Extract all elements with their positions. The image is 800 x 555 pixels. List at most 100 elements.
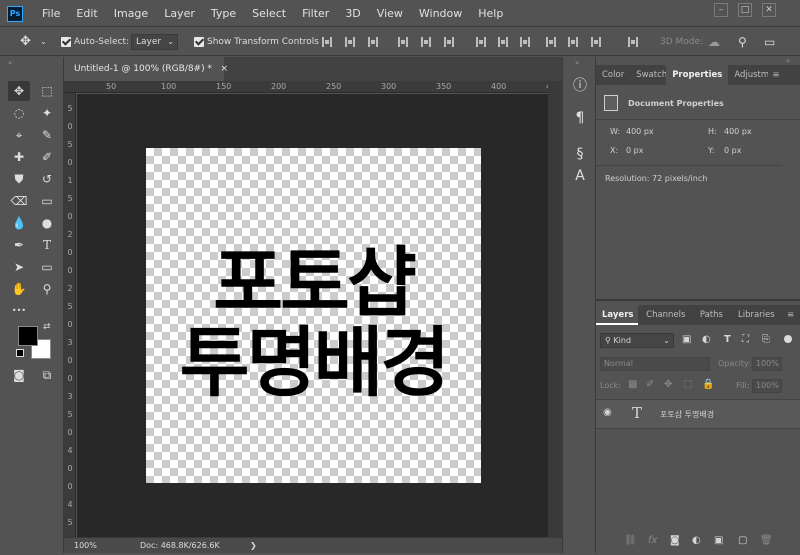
minimize-button[interactable]: –	[714, 3, 728, 17]
layer-filter-select[interactable]: ⚲ Kind ⌄	[600, 333, 674, 348]
type-tool-icon[interactable]: T	[36, 235, 58, 255]
align-bottom-icon[interactable]	[368, 37, 378, 47]
history-brush-tool-icon[interactable]: ↺	[36, 169, 58, 189]
new-group-icon[interactable]: ▣	[714, 535, 723, 546]
filter-shape-icon[interactable]: ⛶	[742, 334, 749, 345]
edit-toolbar-icon[interactable]: •••	[8, 301, 30, 321]
filter-type-icon[interactable]: T	[724, 334, 731, 345]
y-value[interactable]: 0 px	[724, 146, 741, 155]
align-right-icon[interactable]	[444, 37, 454, 47]
close-tab-icon[interactable]: ×	[220, 57, 228, 81]
paragraph-panel-icon[interactable]: ¶	[571, 109, 589, 127]
zoom-level[interactable]: 100%	[74, 538, 97, 553]
tab-layers[interactable]: Layers	[596, 305, 639, 325]
3d-orbit-icon[interactable]: ☁	[708, 28, 720, 56]
clone-stamp-tool-icon[interactable]: ⛊	[8, 169, 30, 189]
auto-select-checkbox[interactable]: Auto-Select:	[61, 28, 129, 56]
maximize-button[interactable]: □	[738, 3, 752, 17]
align-vertical-center-icon[interactable]	[345, 37, 355, 47]
distribute-right-icon[interactable]	[591, 37, 601, 47]
info-panel-icon[interactable]: ⓘ	[571, 77, 589, 95]
marquee-tool-icon[interactable]: ⬚	[36, 81, 58, 101]
opacity-input[interactable]: 100%	[752, 357, 782, 371]
blur-tool-icon[interactable]: 💧	[8, 213, 30, 233]
align-top-icon[interactable]	[322, 37, 332, 47]
tab-properties[interactable]: Properties	[666, 65, 729, 85]
tab-adjustments[interactable]: Adjustments	[728, 65, 768, 85]
swap-colors-icon[interactable]: ⇄	[43, 322, 51, 332]
lock-artboard-icon[interactable]: ⬚	[683, 379, 692, 390]
eyedropper-tool-icon[interactable]: ✎	[36, 125, 58, 145]
tab-channels[interactable]: Channels	[638, 305, 692, 325]
menu-layer[interactable]: Layer	[156, 0, 203, 27]
rectangle-tool-icon[interactable]: ▭	[36, 257, 58, 277]
eye-visibility-icon[interactable]: ◉	[603, 407, 612, 418]
panel-menu-icon[interactable]: ≡	[781, 305, 800, 325]
width-value[interactable]: 400 px	[626, 127, 654, 136]
layer-row[interactable]: ◉ T 포토샵 투명배경	[596, 399, 800, 429]
close-window-button[interactable]: ✕	[762, 3, 776, 17]
auto-select-target-select[interactable]: Layer ⌄	[131, 34, 178, 50]
add-mask-icon[interactable]: ◙	[670, 535, 680, 546]
move-tool-icon[interactable]: ✥	[8, 81, 30, 101]
fill-input[interactable]: 100%	[752, 379, 782, 393]
character-styles-icon[interactable]: §	[571, 145, 589, 163]
workspace-icon[interactable]: ▭	[764, 28, 775, 56]
menu-type[interactable]: Type	[203, 0, 244, 27]
lock-transparent-icon[interactable]: ▩	[628, 379, 637, 390]
tab-paths[interactable]: Paths	[692, 305, 730, 325]
delete-layer-icon[interactable]: 🗑	[760, 535, 773, 546]
distribute-bottom-icon[interactable]	[520, 37, 530, 47]
distribute-top-icon[interactable]	[476, 37, 486, 47]
move-tool-preset-icon[interactable]: ✥	[20, 28, 31, 56]
align-horizontal-center-icon[interactable]	[421, 37, 431, 47]
link-layers-icon[interactable]: ⛓	[624, 535, 637, 546]
menu-file[interactable]: File	[34, 0, 68, 27]
new-layer-icon[interactable]: ▢	[738, 535, 747, 546]
foreground-color-swatch-front[interactable]	[18, 326, 38, 346]
distribute-left-icon[interactable]	[546, 37, 556, 47]
show-transform-checkbox[interactable]: Show Transform Controls	[194, 28, 319, 56]
eraser-tool-icon[interactable]: ⌫	[8, 191, 30, 211]
filter-pixel-icon[interactable]: ▣	[682, 334, 691, 345]
menu-view[interactable]: View	[369, 0, 411, 27]
menu-help[interactable]: Help	[470, 0, 511, 27]
path-selection-tool-icon[interactable]: ➤	[8, 257, 30, 277]
gradient-tool-icon[interactable]: ▭	[36, 191, 58, 211]
align-left-icon[interactable]	[398, 37, 408, 47]
filter-smart-object-icon[interactable]: ⎘	[762, 334, 770, 345]
default-colors-icon[interactable]	[16, 349, 24, 357]
panel-menu-icon[interactable]: ≡	[768, 65, 783, 85]
search-icon[interactable]: ⚲	[738, 28, 747, 56]
collapse-icon[interactable]: »	[575, 59, 579, 67]
lock-all-icon[interactable]: 🔒	[702, 379, 714, 390]
auto-align-icon[interactable]	[628, 37, 638, 47]
vertical-scrollbar[interactable]	[548, 81, 562, 537]
chevron-down-icon[interactable]: ⌄	[40, 28, 47, 56]
lock-pixels-icon[interactable]: ✐	[646, 379, 654, 390]
document-tab[interactable]: Untitled-1 @ 100% (RGB/8#) * ×	[64, 57, 228, 81]
menu-window[interactable]: Window	[411, 0, 470, 27]
layer-name[interactable]: 포토샵 투명배경	[660, 409, 714, 420]
document-canvas[interactable]: 포토샵 투명배경	[146, 148, 481, 483]
height-value[interactable]: 400 px	[724, 127, 752, 136]
magic-wand-tool-icon[interactable]: ✦	[36, 103, 58, 123]
lock-position-icon[interactable]: ✥	[664, 379, 672, 390]
quick-mask-icon[interactable]: ◙	[8, 365, 30, 385]
tab-color[interactable]: Color	[596, 65, 630, 85]
filter-adjustment-icon[interactable]: ◐	[702, 334, 711, 345]
screen-mode-icon[interactable]: ⧉	[36, 365, 58, 385]
collapse-icon[interactable]: «	[786, 57, 790, 65]
pen-tool-icon[interactable]: ✒	[8, 235, 30, 255]
menu-filter[interactable]: Filter	[294, 0, 337, 27]
dodge-tool-icon[interactable]: ●	[36, 213, 58, 233]
lasso-tool-icon[interactable]: ◌	[8, 103, 30, 123]
hand-tool-icon[interactable]: ✋	[8, 279, 30, 299]
distribute-center-icon[interactable]	[498, 37, 508, 47]
filter-toggle-icon[interactable]	[784, 335, 792, 343]
menu-select[interactable]: Select	[244, 0, 294, 27]
blend-mode-select[interactable]: Normal	[600, 357, 710, 371]
adjustment-layer-icon[interactable]: ◐	[692, 535, 701, 546]
menu-edit[interactable]: Edit	[68, 0, 105, 27]
crop-tool-icon[interactable]: ⌖	[8, 125, 30, 145]
